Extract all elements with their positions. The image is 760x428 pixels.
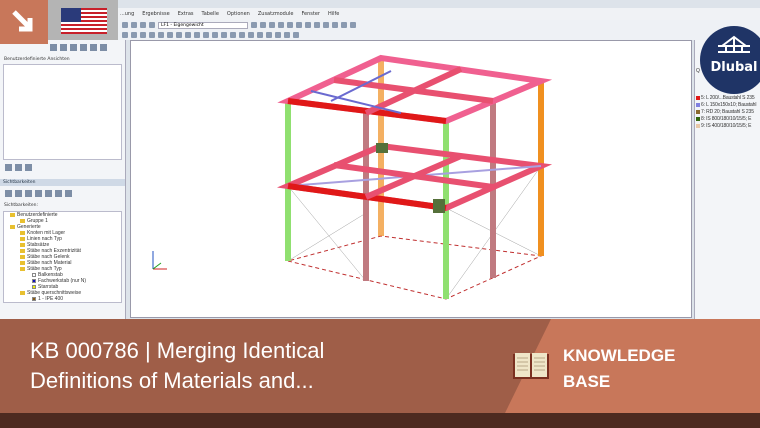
views-label: Benutzerdefinierte Ansichten <box>4 57 70 62</box>
tool-icon[interactable] <box>332 22 338 28</box>
tool-icon[interactable] <box>287 22 293 28</box>
menu-item[interactable]: Optionen <box>227 11 250 17</box>
tool-icon[interactable] <box>314 22 320 28</box>
menu-item[interactable]: Tabelle <box>202 11 219 17</box>
tool-icon[interactable] <box>260 22 266 28</box>
language-selector[interactable] <box>48 0 118 40</box>
arrow-down-right-icon <box>12 10 33 32</box>
tree-item[interactable]: 1 - IPE 400 <box>4 296 121 302</box>
visibility-icon[interactable] <box>25 190 32 197</box>
tool-icon[interactable] <box>212 32 218 38</box>
menu-item[interactable]: Fenster <box>301 11 320 17</box>
category-label: KNOWLEDGE BASE <box>563 346 676 391</box>
view-icon[interactable] <box>80 44 87 51</box>
view-icon[interactable] <box>60 44 67 51</box>
navigator-panel: Benutzerdefinierte Ansichten Sichtbarkei… <box>0 40 126 320</box>
logo-text: Dlubal <box>710 60 758 75</box>
legend-item: 8: IS 800/180/10/15/5; E <box>695 116 760 123</box>
visibility-icon[interactable] <box>35 190 42 197</box>
footer-strip <box>0 413 760 428</box>
foundation-outline <box>287 235 543 300</box>
view-icon[interactable] <box>50 44 57 51</box>
tool-icon[interactable] <box>293 32 299 38</box>
tool-icon[interactable] <box>131 22 137 28</box>
article-title: KB 000786 | Merging Identical Definition… <box>30 338 325 393</box>
arrow-corner <box>0 0 48 44</box>
tool-icon[interactable] <box>185 32 191 38</box>
view-icon[interactable] <box>100 44 107 51</box>
3d-viewport[interactable] <box>130 40 692 318</box>
visibility-checkbox[interactable]: Sichtbarkeiten: <box>0 201 125 210</box>
tool-icon[interactable] <box>266 32 272 38</box>
tool-icon[interactable] <box>194 32 200 38</box>
tool-icon[interactable] <box>323 22 329 28</box>
tool-icon[interactable] <box>257 32 263 38</box>
tool-icon[interactable] <box>251 22 257 28</box>
us-flag-icon <box>61 8 107 34</box>
tool-icon[interactable] <box>140 22 146 28</box>
menu-item[interactable]: Hilfe <box>328 11 339 17</box>
tool-icon[interactable] <box>341 22 347 28</box>
tool-icon[interactable] <box>350 22 356 28</box>
tool-icon[interactable] <box>167 32 173 38</box>
toolbar-1: LF1 - Eigengewicht <box>118 20 760 30</box>
view-icon[interactable] <box>70 44 77 51</box>
tool-icon[interactable] <box>149 32 155 38</box>
tool-icon[interactable] <box>149 22 155 28</box>
tool-icon[interactable] <box>131 32 137 38</box>
view-icon[interactable] <box>90 44 97 51</box>
menu-bar: ...ung Ergebnisse Extras Tabelle Optione… <box>118 8 760 20</box>
visibility-icon[interactable] <box>15 190 22 197</box>
tool-icon[interactable] <box>176 32 182 38</box>
view-icon[interactable] <box>25 164 32 171</box>
tool-icon[interactable] <box>230 32 236 38</box>
tool-icon[interactable] <box>269 22 275 28</box>
menu-item[interactable]: Ergebnisse <box>142 11 169 17</box>
loadcase-select[interactable]: LF1 - Eigengewicht <box>158 21 248 29</box>
bridge-icon <box>718 35 750 53</box>
tool-icon[interactable] <box>239 32 245 38</box>
legend-item: 7: RD 20; Baustahl S 235 <box>695 109 760 116</box>
menu-item[interactable]: Extras <box>178 11 194 17</box>
book-icon <box>513 353 549 379</box>
tool-icon[interactable] <box>296 22 302 28</box>
legend-item: 5: L 200/...Baustahl S 235 <box>695 95 760 102</box>
tool-icon[interactable] <box>122 22 128 28</box>
tool-icon[interactable] <box>275 32 281 38</box>
visibility-icon[interactable] <box>65 190 72 197</box>
menu-item[interactable]: Zusatzmodule <box>258 11 294 17</box>
visibility-icon[interactable] <box>55 190 62 197</box>
beams <box>276 54 553 213</box>
tool-icon[interactable] <box>122 32 128 38</box>
legend-item: 9: IS 400/180/10/15/5; E <box>695 123 760 130</box>
tool-icon[interactable] <box>203 32 209 38</box>
tool-icon[interactable] <box>284 32 290 38</box>
visibility-section: Sichtbarkeiten <box>0 179 125 186</box>
axis-icon <box>152 251 167 270</box>
visibility-icon[interactable] <box>5 190 12 197</box>
structure-model <box>152 54 553 300</box>
toolbar-2 <box>118 30 760 40</box>
menu-item[interactable]: ...ung <box>120 11 134 17</box>
views-list[interactable] <box>3 64 122 160</box>
rfem-window: ...ung Ergebnisse Extras Tabelle Optione… <box>0 0 760 320</box>
tool-icon[interactable] <box>248 32 254 38</box>
tool-icon[interactable] <box>278 22 284 28</box>
tool-icon[interactable] <box>158 32 164 38</box>
tool-icon[interactable] <box>140 32 146 38</box>
title-banner: KB 000786 | Merging Identical Definition… <box>0 319 760 413</box>
tool-icon[interactable] <box>221 32 227 38</box>
view-icon[interactable] <box>5 164 12 171</box>
visibility-icon[interactable] <box>45 190 52 197</box>
legend-item: 6: L 150x150x10; Baustahl <box>695 102 760 109</box>
dlubal-logo: Dlubal <box>700 26 760 94</box>
tool-icon[interactable] <box>305 22 311 28</box>
view-icon[interactable] <box>15 164 22 171</box>
visibility-tree: Benutzerdefinierte Gruppe 1 Generierte K… <box>3 211 122 303</box>
